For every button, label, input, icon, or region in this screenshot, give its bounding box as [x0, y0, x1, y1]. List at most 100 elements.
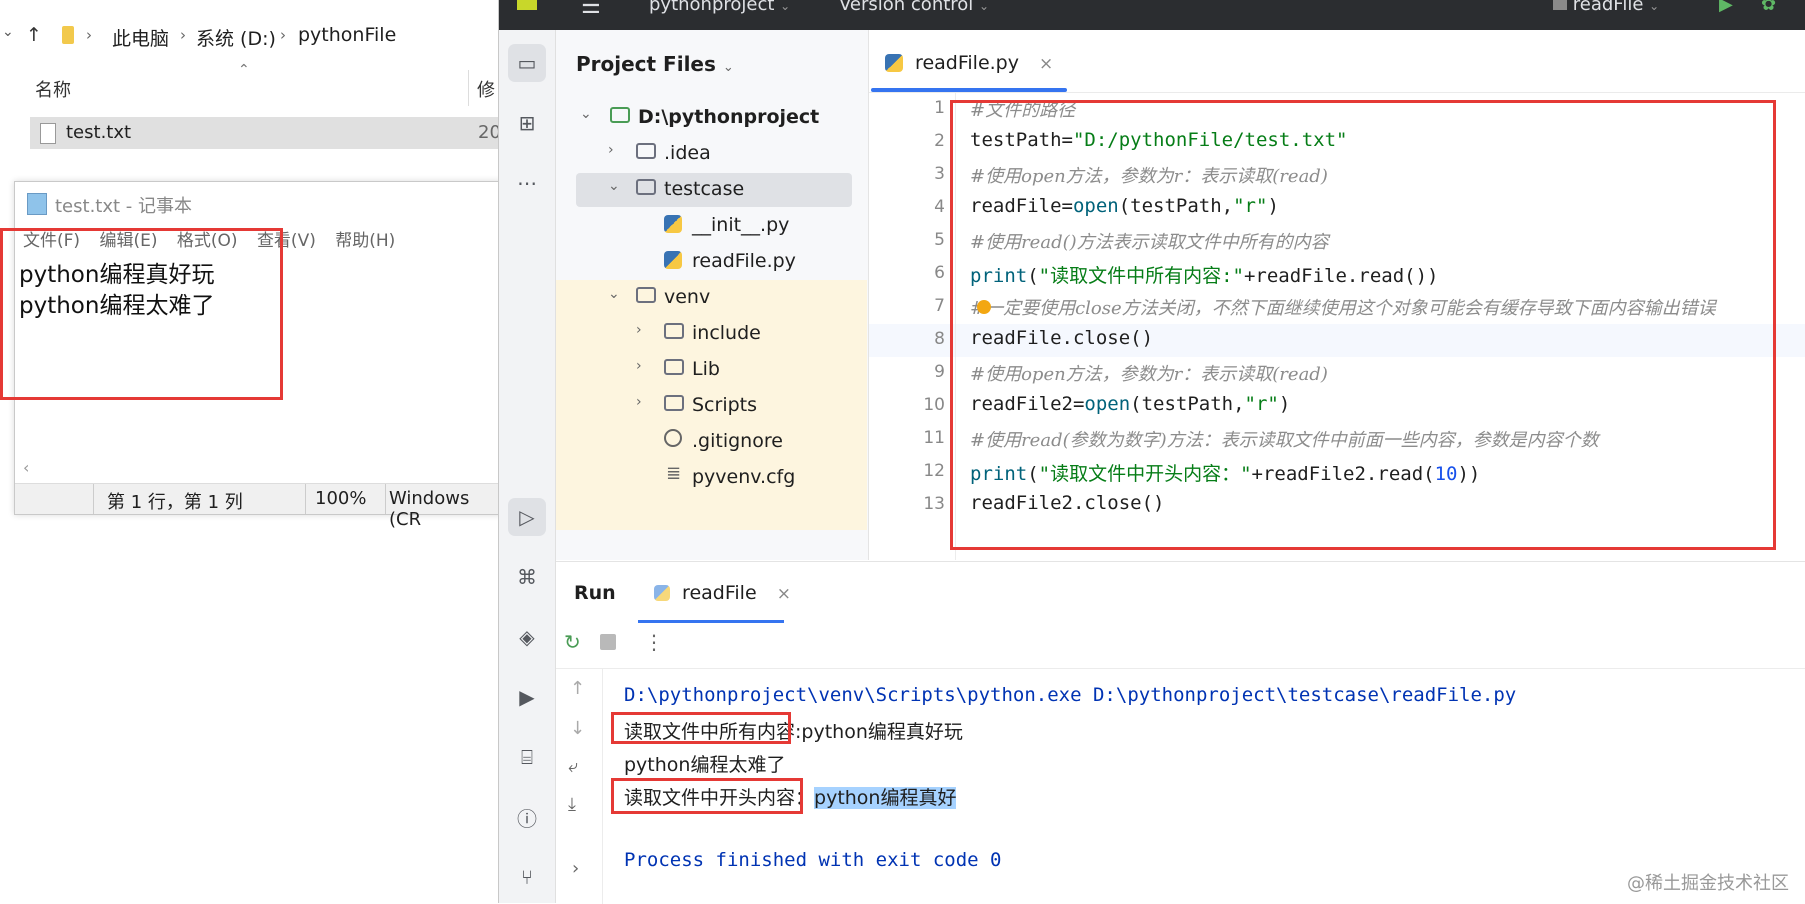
python-icon — [654, 585, 670, 601]
project-pane: Project Files ⌄ ⌄ D:\pythonproject › .id… — [556, 30, 869, 560]
tree-item-label: include — [692, 322, 761, 344]
project-selector[interactable]: pythonproject ⌄ — [649, 0, 790, 15]
folder-icon[interactable]: ▭ — [508, 44, 546, 82]
column-divider[interactable] — [468, 70, 469, 106]
python-console-icon[interactable]: ⌘ — [508, 558, 546, 596]
up-arrow-icon[interactable]: ↑ — [26, 24, 42, 46]
scroll-down-icon[interactable]: ↓ — [570, 718, 585, 739]
run-toolbar: ↻ ⋮ — [556, 618, 1805, 669]
tree-item-include[interactable]: › include — [576, 317, 852, 351]
ignore-file-icon — [664, 429, 682, 447]
tree-item-readfile-py[interactable]: readFile.py — [576, 245, 852, 279]
project-name: pythonproject — [649, 0, 775, 15]
tree-item-testcase[interactable]: ⌄ testcase — [576, 173, 852, 207]
notepad-titlebar[interactable]: test.txt - 记事本 — [15, 182, 501, 222]
folder-icon — [664, 395, 684, 411]
vcs-selector[interactable]: Version control ⌄ — [839, 0, 989, 15]
tree-item-label: D:\pythonproject — [638, 106, 820, 128]
python-file-icon — [664, 251, 682, 269]
tree-item-scripts[interactable]: › Scripts — [576, 389, 852, 423]
breadcrumb-this-pc[interactable]: 此电脑 — [112, 24, 169, 51]
notepad-icon — [27, 193, 47, 215]
debug-icon[interactable]: ✿ — [1761, 0, 1776, 15]
editor-tab-readfile[interactable]: readFile.py × — [885, 52, 1053, 92]
expand-icon[interactable]: › — [572, 858, 579, 879]
address-bar[interactable]: ⌄ ↑ › 此电脑 › 系统 (D:) › pythonFile — [0, 14, 500, 58]
main-menu-icon[interactable]: ☰ — [581, 0, 601, 19]
chevron-down-icon: ⌄ — [979, 0, 990, 13]
run-icon[interactable]: ▶ — [1719, 0, 1733, 15]
chevron-right-icon[interactable]: › — [636, 358, 642, 374]
scroll-left-icon[interactable]: ‹ — [23, 458, 29, 477]
more-icon[interactable]: ⋯ — [508, 164, 546, 202]
chevron-down-icon: ⌄ — [722, 60, 734, 75]
tree-item-gitignore[interactable]: .gitignore — [576, 425, 852, 459]
tree-item-label: testcase — [664, 178, 745, 200]
vcs-label: Version control — [839, 0, 974, 15]
tree-item-init-py[interactable]: __init__.py — [576, 209, 852, 243]
status-divider — [305, 484, 306, 514]
tree-item-venv[interactable]: ⌄ venv — [576, 281, 852, 315]
run-tab-label: readFile — [682, 582, 757, 604]
menu-help[interactable]: 帮助(H) — [335, 231, 395, 251]
folder-icon — [636, 143, 656, 159]
run-config-label: readFile — [1572, 0, 1644, 15]
breadcrumb-drive[interactable]: 系统 (D:) — [196, 24, 276, 51]
services-icon[interactable]: ▶ — [508, 678, 546, 716]
sort-up-icon: ⌃ — [238, 62, 250, 78]
file-explorer-window: ⌄ ↑ › 此电脑 › 系统 (D:) › pythonFile ⌃ 名称 修 … — [0, 0, 502, 903]
file-name: test.txt — [66, 122, 132, 143]
chevron-right-icon[interactable]: › — [636, 394, 642, 410]
column-header-name[interactable]: 名称 — [35, 76, 71, 102]
run-config-selector[interactable]: readFile ⌄ — [1553, 0, 1659, 15]
breadcrumb-folder[interactable]: pythonFile — [298, 24, 396, 46]
folder-icon — [636, 287, 656, 303]
config-file-icon: ≣ — [666, 463, 682, 484]
run-side-toolbar: ↑ ↓ ⤶ ⤓ › — [556, 668, 603, 904]
folder-icon — [62, 26, 74, 44]
tree-item-root[interactable]: ⌄ D:\pythonproject — [576, 101, 852, 135]
chevron-down-icon[interactable]: ⌄ — [608, 286, 620, 302]
chevron-down-icon[interactable]: ⌄ — [608, 178, 620, 194]
tree-item-label: .gitignore — [692, 430, 783, 452]
terminal-icon[interactable]: ⌸ — [508, 738, 546, 776]
chevron-right-icon[interactable]: › — [636, 322, 642, 338]
column-header-modified[interactable]: 修 — [477, 76, 495, 102]
cursor-position: 第 1 行，第 1 列 — [107, 492, 243, 513]
run-tab-readfile[interactable]: readFile × — [654, 582, 791, 604]
rerun-icon[interactable]: ↻ — [564, 630, 581, 654]
text-file-icon — [40, 123, 56, 144]
chevron-right-icon: › — [180, 26, 186, 44]
python-file-icon — [885, 54, 903, 72]
tree-item-lib[interactable]: › Lib — [576, 353, 852, 387]
scroll-up-icon[interactable]: ↑ — [570, 678, 585, 699]
folder-icon — [664, 323, 684, 339]
folder-icon — [664, 359, 684, 375]
file-row-test-txt[interactable]: test.txt 20 — [30, 117, 501, 149]
git-icon[interactable]: ⑂ — [508, 858, 546, 896]
close-icon[interactable]: × — [777, 584, 791, 604]
run-pane-title: Run — [574, 582, 616, 604]
python-icon — [1553, 0, 1567, 10]
tree-item-label: __init__.py — [692, 214, 790, 236]
chevron-down-icon[interactable]: ⌄ — [2, 24, 14, 40]
chevron-down-icon: ⌄ — [780, 0, 791, 13]
soft-wrap-icon[interactable]: ⤶ — [568, 756, 578, 777]
console-line-output: python编程太难了 — [624, 754, 786, 776]
tree-item-label: venv — [664, 286, 711, 308]
problems-icon[interactable]: ⓘ — [508, 798, 546, 836]
chevron-down-icon[interactable]: ⌄ — [580, 106, 592, 122]
run-tool-icon[interactable]: ▷ — [508, 498, 546, 536]
layers-icon[interactable]: ◈ — [508, 618, 546, 656]
highlight-box-code — [950, 100, 1776, 550]
more-options-icon[interactable]: ⋮ — [644, 630, 664, 654]
scroll-to-end-icon[interactable]: ⤓ — [568, 794, 576, 815]
tree-item-pyvenv-cfg[interactable]: ≣ pyvenv.cfg — [576, 461, 852, 495]
tree-item-idea[interactable]: › .idea — [576, 137, 852, 171]
line-ending: Windows (CR — [389, 488, 470, 530]
chevron-right-icon[interactable]: › — [608, 142, 614, 158]
stop-icon[interactable] — [600, 634, 616, 650]
structure-icon[interactable]: ⊞ — [508, 104, 546, 142]
project-pane-title[interactable]: Project Files ⌄ — [576, 52, 734, 76]
close-icon[interactable]: × — [1039, 54, 1053, 74]
